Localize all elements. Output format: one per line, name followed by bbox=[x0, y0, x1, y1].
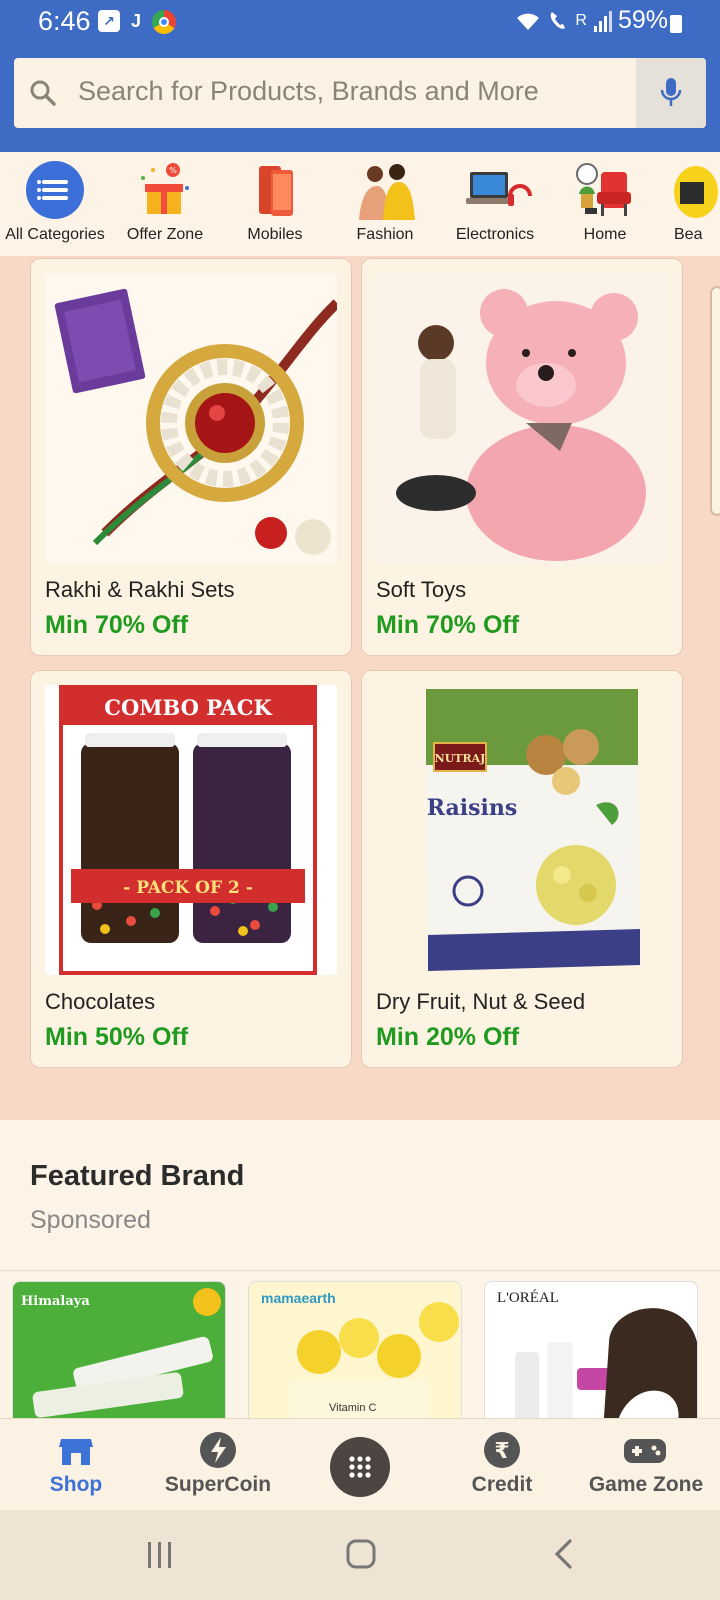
featured-brand-section: Featured Brand Sponsored bbox=[0, 1120, 720, 1270]
raisins-pack-image: NUTRAJ Raisins bbox=[376, 685, 668, 975]
deal-card-rakhi[interactable]: Rakhi & Rakhi Sets Min 70% Off bbox=[30, 258, 352, 656]
deal-card-soft-toys[interactable]: Soft Toys Min 70% Off bbox=[361, 258, 683, 656]
category-label: Offer Zone bbox=[126, 226, 204, 243]
deal-offer: Min 70% Off bbox=[45, 611, 189, 639]
grid-menu-icon bbox=[349, 1456, 371, 1478]
list-icon bbox=[26, 161, 84, 219]
signal-icon bbox=[593, 10, 612, 32]
nav-credit[interactable]: ₹ Credit bbox=[452, 1419, 552, 1511]
combo-banner-text: COMBO PACK bbox=[104, 695, 272, 720]
nav-label: Credit bbox=[471, 1473, 533, 1496]
fashion-couple-icon bbox=[359, 164, 415, 220]
voice-search-button[interactable] bbox=[636, 58, 706, 128]
deal-name: Chocolates bbox=[45, 989, 156, 1014]
beauty-icon bbox=[674, 166, 718, 218]
grid-menu-button[interactable] bbox=[330, 1437, 390, 1497]
status-bar: 6:46 ↗ J R 59% bbox=[0, 0, 720, 46]
gamepad-icon bbox=[624, 1439, 666, 1463]
nav-label: SuperCoin bbox=[164, 1473, 272, 1496]
nav-supercoin[interactable]: SuperCoin bbox=[156, 1419, 280, 1511]
next-card-peek bbox=[710, 286, 720, 516]
back-icon[interactable] bbox=[552, 1538, 574, 1570]
deal-offer: Min 50% Off bbox=[45, 1023, 189, 1051]
raisins-title-text: Raisins bbox=[427, 795, 518, 821]
deal-offer: Min 70% Off bbox=[376, 611, 520, 639]
category-electronics[interactable]: Electronics bbox=[440, 152, 550, 256]
nutraj-logo-text: NUTRAJ bbox=[435, 752, 486, 765]
nav-game-zone[interactable]: Game Zone bbox=[582, 1419, 710, 1511]
notification-icons: ↗ J bbox=[98, 10, 176, 34]
nav-label: Game Zone bbox=[588, 1473, 704, 1496]
notification-app-icon: ↗ bbox=[98, 10, 120, 32]
network-roaming: R bbox=[575, 11, 588, 29]
status-right: R 59% bbox=[515, 6, 668, 35]
battery-icon bbox=[670, 15, 682, 33]
sponsored-label: Sponsored bbox=[30, 1206, 151, 1234]
nav-shop[interactable]: Shop bbox=[28, 1419, 124, 1511]
mic-icon bbox=[660, 78, 682, 106]
recent-apps-icon[interactable] bbox=[146, 1540, 174, 1570]
shop-icon bbox=[59, 1439, 93, 1465]
himalaya-products-image bbox=[32, 1288, 221, 1418]
status-time: 6:46 bbox=[38, 6, 91, 36]
deal-card-chocolates[interactable]: COMBO PACK - PACK OF 2 - Chocolates Min … bbox=[30, 670, 352, 1068]
deal-name: Dry Fruit, Nut & Seed bbox=[376, 989, 586, 1014]
chair-plant-icon bbox=[576, 163, 631, 216]
supercoin-icon bbox=[200, 1432, 236, 1468]
category-strip: All Categories % Offer Zone Mobiles Fash… bbox=[0, 152, 720, 256]
category-label: Mobiles bbox=[247, 226, 303, 243]
deal-offer: Min 20% Off bbox=[376, 1023, 520, 1051]
category-home[interactable]: Home bbox=[550, 152, 660, 256]
deal-name: Soft Toys bbox=[376, 577, 467, 602]
deal-card-dry-fruit[interactable]: NUTRAJ Raisins Dry Fruit, Nut & Seed Min… bbox=[361, 670, 683, 1068]
wifi-icon bbox=[517, 13, 540, 30]
brand-card-loreal[interactable]: L'ORÉAL bbox=[484, 1281, 698, 1431]
rupee-icon: ₹ bbox=[484, 1432, 520, 1468]
teddy-bear-image bbox=[376, 273, 668, 563]
nav-label: Shop bbox=[49, 1473, 103, 1496]
category-label: Bea bbox=[674, 226, 703, 243]
battery-percent: 59% bbox=[617, 6, 668, 34]
deal-name: Rakhi & Rakhi Sets bbox=[45, 577, 235, 602]
bottom-navigation: Shop SuperCoin ₹ Credit Game Zone bbox=[0, 1418, 720, 1510]
rakhi-image bbox=[45, 273, 337, 563]
app-header: 6:46 ↗ J R 59% Search for Products, Bran… bbox=[0, 0, 720, 152]
mamaearth-product-caption: Vitamin C bbox=[329, 1402, 377, 1414]
search-input[interactable]: Search for Products, Brands and More bbox=[78, 76, 539, 107]
jio-icon: J bbox=[130, 11, 141, 31]
deals-section: Rakhi & Rakhi Sets Min 70% Off Soft Toys… bbox=[0, 256, 720, 1120]
gift-icon: % bbox=[141, 163, 189, 214]
candy-jars-image: COMBO PACK - PACK OF 2 - bbox=[45, 685, 337, 975]
featured-title: Featured Brand bbox=[30, 1160, 245, 1192]
category-label: Home bbox=[583, 226, 627, 243]
search-icon bbox=[30, 80, 56, 106]
search-bar[interactable]: Search for Products, Brands and More bbox=[14, 58, 706, 128]
category-all-categories[interactable]: All Categories bbox=[0, 152, 110, 256]
mobile-phone-icon bbox=[259, 166, 293, 216]
category-offer-zone[interactable]: % Offer Zone bbox=[110, 152, 220, 256]
laptop-headphones-icon bbox=[466, 172, 532, 206]
system-navigation-bar bbox=[0, 1510, 720, 1600]
loreal-model-image bbox=[515, 1308, 697, 1430]
brand-carousel: Himalaya mamaearth Vitamin C L'ORÉAL bbox=[0, 1270, 720, 1431]
brand-card-himalaya[interactable]: Himalaya bbox=[12, 1281, 226, 1431]
category-label: Electronics bbox=[455, 226, 535, 243]
pack-ribbon-text: - PACK OF 2 - bbox=[123, 878, 253, 898]
category-beauty[interactable]: Bea bbox=[660, 152, 720, 256]
category-label: Fashion bbox=[356, 226, 414, 243]
svg-text:%: % bbox=[169, 166, 177, 175]
category-fashion[interactable]: Fashion bbox=[330, 152, 440, 256]
svg-text:₹: ₹ bbox=[494, 1439, 509, 1464]
category-mobiles[interactable]: Mobiles bbox=[220, 152, 330, 256]
call-icon bbox=[551, 11, 566, 29]
brand-card-mamaearth[interactable]: mamaearth Vitamin C bbox=[248, 1281, 462, 1431]
home-icon[interactable] bbox=[345, 1538, 377, 1570]
chrome-icon bbox=[152, 10, 176, 34]
category-label: All Categories bbox=[5, 226, 105, 243]
